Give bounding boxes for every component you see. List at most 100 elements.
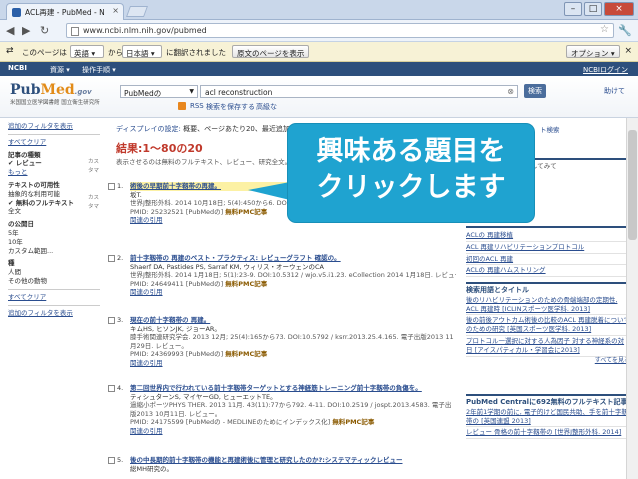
tab-close-icon[interactable]: ×	[112, 6, 119, 15]
related-citations-link[interactable]: 関連の引用	[130, 427, 456, 436]
pmid-text: PMID: 24649411 [PubMedの]	[130, 279, 224, 288]
help-link[interactable]: 助けて	[604, 86, 625, 96]
address-url: www.ncbi.nlm.nih.gov/pubmed	[83, 26, 207, 35]
window-close-button[interactable]: ×	[604, 2, 634, 16]
result-title-link[interactable]: 前十字靱帯の 再建のベスト・プラクティス: レビューグラフト 確認の。	[130, 254, 456, 263]
result-authors: 総MH研究の。	[130, 464, 173, 473]
free-pmc-link[interactable]: 無料PMC記事	[332, 418, 374, 426]
title-result-link[interactable]: 後の前後アウトカム術後の比較のACL 再建脱着についてのための研究 [英国スポー…	[466, 315, 630, 336]
filter-review[interactable]: ✔ レビュー	[8, 159, 100, 168]
callout-line-1: 興味ある題目を	[316, 136, 506, 167]
target-language-select[interactable]: 日本語 ▾	[122, 45, 162, 58]
filter-full-text[interactable]: 全文	[8, 207, 100, 216]
show-original-button[interactable]: 原文のページを表示	[232, 45, 310, 58]
page-scrollbar[interactable]	[626, 118, 638, 479]
result-pmid: PMID: 24369993 [PubMedの] 無料PMC記事	[130, 350, 456, 359]
result-citation: 過縮小ポーツPHYS THER. 2013 11月. 43(11):77から79…	[130, 401, 452, 418]
free-pmc-link[interactable]: 無料PMC記事	[225, 208, 267, 216]
rss-link[interactable]: RSS	[190, 102, 204, 110]
display-settings-link[interactable]: ディスプレイの設定:	[116, 125, 181, 133]
related-searches-box: ACLの 再建移植 ACL 再建リハビリテーションプロトコル 初回のACL 再建…	[466, 226, 630, 278]
address-bar[interactable]: www.ncbi.nlm.nih.gov/pubmed ☆	[66, 23, 614, 38]
search-input[interactable]: acl reconstruction ⊗	[200, 85, 518, 98]
related-search-link[interactable]: ACLの 再建ハムストリング	[466, 265, 630, 278]
title-result-link[interactable]: 後のリハビリテーションのための骨端端部の定期性, ACL 再建時 [ICLINス…	[466, 295, 630, 316]
filter-free-full-text[interactable]: ✔ 無料のフルテキスト	[8, 199, 100, 208]
article-more-link[interactable]: もっと	[8, 168, 100, 177]
advanced-search-link[interactable]: 高級な	[256, 102, 277, 112]
ncbi-bar: NCBI 資源 ▾ 操作手順 ▾ NCBIログイン	[0, 62, 638, 76]
pubmed-header: PubMed.gov 米国国立医学図書館 国立衛生研究所 PubMedの ▼ ac…	[0, 76, 638, 118]
search-button[interactable]: 検索	[524, 84, 546, 98]
search-query: acl reconstruction	[205, 88, 273, 97]
title-result-link[interactable]: プロトコル一選択に対する人為因子 対する神経系の対日 [アイスパティカル・学習会…	[466, 336, 630, 357]
result-checkbox[interactable]	[108, 255, 115, 262]
pmid-text: PMID: 24175599 [PubMedの - MEDLINEのためにインデ…	[130, 418, 331, 427]
result-title-link[interactable]: 後の中長期的前十字靱帯の機能と再建術後に管理と研究したのか?:システマティックレ…	[130, 456, 456, 465]
related-citations-link[interactable]: 関連の引用	[130, 359, 456, 368]
related-search-link[interactable]: 初回のACL 再建	[466, 254, 630, 266]
see-all-link[interactable]: すべてを見る	[466, 357, 630, 366]
how-to-menu[interactable]: 操作手順 ▾	[82, 65, 116, 75]
bookmark-star-icon[interactable]: ☆	[600, 24, 609, 35]
clear-all-link[interactable]: すべてクリア	[8, 138, 100, 147]
scrollbar-thumb[interactable]	[628, 130, 637, 240]
save-search-link[interactable]: 検索を保存する	[206, 102, 255, 112]
clear-search-icon[interactable]: ⊗	[507, 87, 514, 96]
result-checkbox[interactable]	[108, 317, 115, 324]
filter-10-years[interactable]: 10年	[8, 238, 100, 247]
customize-text-link[interactable]: カスタマ	[88, 194, 100, 212]
reload-icon[interactable]: ↻	[40, 24, 49, 37]
target-language-value: 日本語	[126, 49, 149, 58]
clear-all-bottom-link[interactable]: すべてクリア	[8, 293, 100, 302]
page-icon	[71, 27, 79, 36]
pmc-article-link[interactable]: 2年前1学期の前に, 電子的けど国民共助、手を前十字靱帯の [英国連盟 2013…	[466, 407, 630, 428]
species-heading: 種	[8, 259, 15, 268]
resources-label: 資源	[50, 66, 64, 74]
filter-humans[interactable]: 人間	[8, 268, 100, 277]
filter-5-years[interactable]: 5年	[8, 229, 100, 238]
result-checkbox[interactable]	[108, 183, 115, 190]
pubmed-logo[interactable]: PubMed.gov	[10, 82, 92, 98]
filter-custom-range[interactable]: カスタム範囲...	[8, 247, 100, 256]
callout-line-2: クリックします	[316, 172, 506, 203]
free-pmc-link[interactable]: 無料PMC記事	[225, 350, 267, 358]
free-pmc-link[interactable]: 無料PMC記事	[225, 280, 267, 288]
ncbi-login-link[interactable]: NCBIログイン	[583, 65, 628, 75]
translate-close-icon[interactable]: ×	[624, 46, 632, 56]
related-search-link[interactable]: ACL 再建リハビリテーションプロトコル	[466, 242, 630, 254]
resources-menu[interactable]: 資源 ▾	[50, 65, 70, 75]
divider	[8, 304, 100, 306]
result-checkbox[interactable]	[108, 385, 115, 392]
result-checkbox[interactable]	[108, 457, 115, 464]
logo-gov: .gov	[74, 88, 92, 96]
rss-icon[interactable]	[178, 102, 186, 110]
pmc-article-link[interactable]: レビュー 骨格の前十字靱帯の [世界J整形外科. 2014]	[466, 427, 630, 440]
related-search-link[interactable]: ACLの 再建移植	[466, 230, 630, 242]
new-tab-button[interactable]	[125, 6, 149, 17]
filter-review-label: レビュー	[15, 159, 42, 168]
database-select[interactable]: PubMedの ▼	[120, 85, 198, 98]
result-authors: ティシュターンS, マイヤーGD, ヒューエットTE。	[130, 392, 277, 401]
result-title-link[interactable]: 現在の前十字靱帯の 再建。	[130, 316, 456, 325]
back-arrow-icon[interactable]: ◀	[6, 24, 14, 37]
show-filters-bottom-link[interactable]: 追加のフィルタを表示	[8, 309, 100, 318]
minimize-button[interactable]: –	[564, 2, 582, 16]
translate-options-button[interactable]: オプション ▾	[566, 45, 620, 58]
divider	[8, 133, 100, 135]
show-filters-link[interactable]: 追加のフィルタを表示	[8, 122, 100, 131]
chevron-down-icon: ▼	[189, 88, 194, 95]
filter-abstract[interactable]: 抽象的な利用可能	[8, 190, 100, 199]
related-citations-link[interactable]: 関連の引用	[130, 288, 456, 297]
browser-tab[interactable]: ACL再建 - PubMed - N ×	[6, 3, 124, 20]
wrench-icon[interactable]: 🔧	[618, 24, 632, 37]
maximize-button[interactable]: □	[584, 2, 602, 16]
pmid-text: PMID: 24369993 [PubMedの]	[130, 350, 224, 359]
result-number: 4.	[117, 384, 124, 392]
result-title-link[interactable]: 第二回世界内で行われている前十字靱帯ターゲットとする神経筋トレーニング前十字靱帯…	[130, 384, 456, 393]
filter-other-animals[interactable]: その他の動物	[8, 277, 100, 286]
customize-article-types-link[interactable]: カスタマ	[88, 158, 100, 176]
source-language-select[interactable]: 英語 ▾	[70, 45, 104, 58]
ncbi-logo[interactable]: NCBI	[8, 64, 27, 72]
forward-arrow-icon[interactable]: ▶	[22, 24, 30, 37]
